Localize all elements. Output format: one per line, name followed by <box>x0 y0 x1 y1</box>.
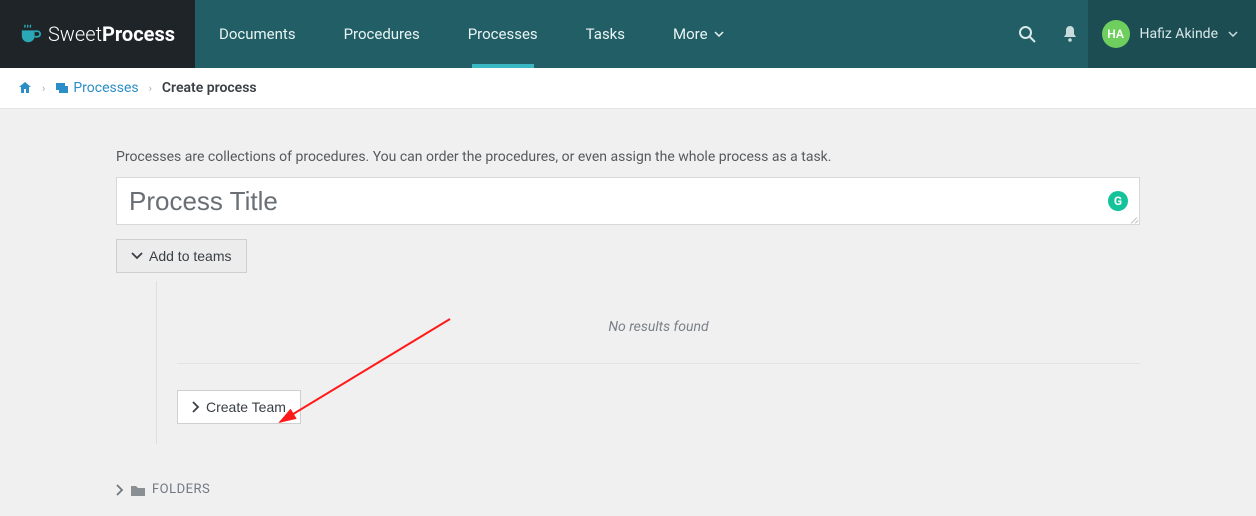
main-content: Processes are collections of procedures.… <box>116 109 1140 497</box>
breadcrumb-current: Create process <box>162 80 257 96</box>
stack-icon <box>55 82 69 94</box>
breadcrumb-home[interactable] <box>18 80 32 96</box>
divider <box>177 363 1140 364</box>
folders-label: FOLDERS <box>152 482 210 497</box>
nav-procedures[interactable]: Procedures <box>320 0 444 68</box>
user-menu[interactable]: HA Hafiz Akinde <box>1088 0 1256 68</box>
top-nav: SweetProcess Documents Procedures Proces… <box>0 0 1256 68</box>
nav-tasks[interactable]: Tasks <box>562 0 649 68</box>
home-icon <box>18 81 32 94</box>
user-name: Hafiz Akinde <box>1140 26 1218 42</box>
avatar: HA <box>1102 20 1130 48</box>
chevron-down-icon <box>131 252 143 260</box>
add-to-teams-label: Add to teams <box>149 248 232 264</box>
nav-more-label: More <box>673 25 708 43</box>
folders-toggle[interactable]: FOLDERS <box>116 482 1140 497</box>
logo[interactable]: SweetProcess <box>0 0 195 68</box>
breadcrumb-processes[interactable]: Processes <box>55 80 138 96</box>
nav-more[interactable]: More <box>649 0 748 68</box>
chevron-right-icon <box>116 484 124 496</box>
logo-cup-icon <box>20 24 42 44</box>
hint-text: Processes are collections of procedures.… <box>116 149 1140 165</box>
nav-processes[interactable]: Processes <box>444 0 562 68</box>
folder-icon <box>130 484 146 496</box>
create-team-label: Create Team <box>206 399 286 415</box>
breadcrumb-sep: › <box>149 82 152 95</box>
chevron-right-icon <box>192 401 200 413</box>
nav-documents[interactable]: Documents <box>195 0 320 68</box>
chevron-down-icon <box>1228 31 1238 37</box>
logo-text: SweetProcess <box>48 22 175 46</box>
grammarly-icon[interactable]: G <box>1108 191 1128 211</box>
teams-panel: No results found Create Team <box>156 281 1140 444</box>
create-team-button[interactable]: Create Team <box>177 390 301 424</box>
title-input-wrap: G <box>116 177 1140 225</box>
chevron-down-icon <box>714 31 724 37</box>
nav-utility-icons <box>1018 0 1088 68</box>
search-icon[interactable] <box>1018 25 1036 43</box>
breadcrumb: › Processes › Create process <box>0 68 1256 109</box>
bell-icon[interactable] <box>1062 25 1078 43</box>
process-title-input[interactable] <box>116 177 1140 225</box>
resize-handle[interactable] <box>1128 213 1138 223</box>
add-to-teams-button[interactable]: Add to teams <box>116 239 247 273</box>
no-results-text: No results found <box>177 301 1140 363</box>
breadcrumb-sep: › <box>42 82 45 95</box>
nav-links: Documents Procedures Processes Tasks Mor… <box>195 0 748 68</box>
